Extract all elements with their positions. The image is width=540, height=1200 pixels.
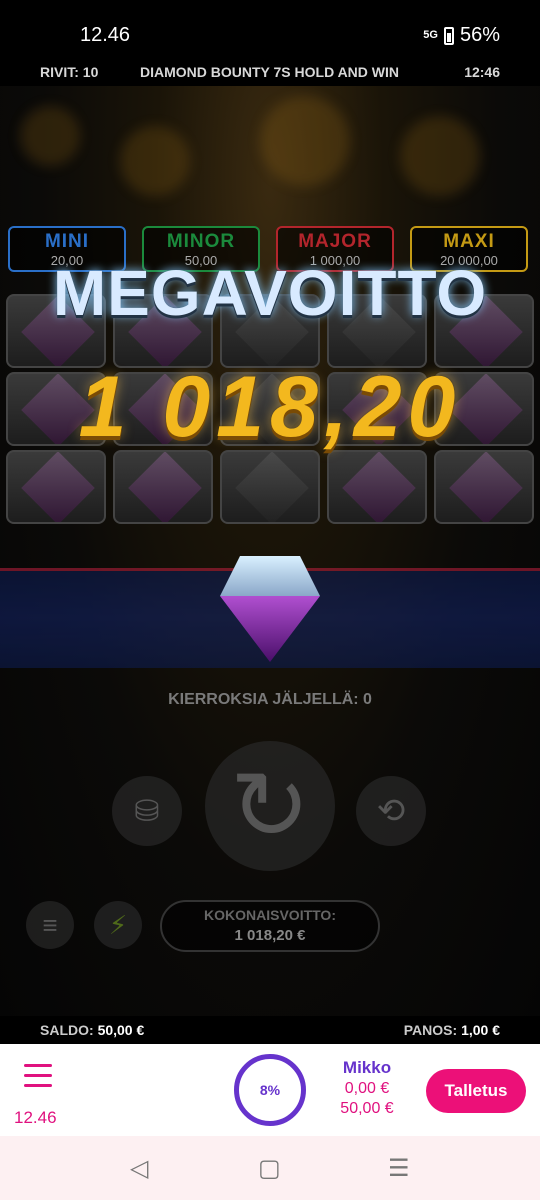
home-icon[interactable]: ▢ xyxy=(258,1154,281,1183)
progress-value: 8% xyxy=(259,1082,281,1098)
reel-symbol xyxy=(327,450,427,524)
progress-ring[interactable]: 8% xyxy=(234,1054,306,1126)
diamond-icon xyxy=(128,452,202,522)
user-name: Mikko xyxy=(342,1058,392,1077)
win-title: MEGAVOITTO xyxy=(52,257,488,329)
win-amount: 1 018,20 xyxy=(78,359,462,455)
panos: PANOS: 1,00 € xyxy=(404,1022,500,1038)
diamond-icon xyxy=(342,452,416,522)
lines-label: RIVIT: 10 xyxy=(40,64,99,80)
saldo-label: SALDO: xyxy=(40,1022,94,1038)
balance-strip: SALDO: 50,00 € PANOS: 1,00 € xyxy=(0,1016,540,1044)
jackpot-name: MAXI xyxy=(443,231,495,252)
diamond-icon xyxy=(21,452,95,522)
total-win-box: KOKONAISVOITTO: 1 018,20 € xyxy=(160,900,380,952)
network-icon: 5G xyxy=(423,29,438,41)
jackpot-name: MINOR xyxy=(166,231,236,252)
spin-icon: ↻ xyxy=(229,753,311,860)
game-area[interactable]: MINI 20,00 MINOR 50,00 MAJOR 1 000,00 MA… xyxy=(0,86,540,1016)
panos-label: PANOS: xyxy=(403,1022,458,1038)
back-icon[interactable]: ◁ xyxy=(130,1154,148,1183)
deposit-button[interactable]: Talletus xyxy=(426,1069,526,1113)
autoplay-button[interactable]: ⟲ xyxy=(356,776,426,846)
hamburger-menu-icon[interactable] xyxy=(24,1064,52,1088)
jackpot-name: MAJOR xyxy=(298,231,372,252)
casino-app-bar: 12.46 8% Mikko 0,00 € 50,00 € Talletus xyxy=(0,1044,540,1136)
bonus-balance: 0,00 € xyxy=(344,1080,390,1097)
coins-icon: ⛁ xyxy=(134,794,160,828)
status-time: 12.46 xyxy=(80,24,131,46)
reel-symbol xyxy=(113,450,213,524)
game-clock: 12:46 xyxy=(464,64,500,80)
turbo-button[interactable]: ⚡ xyxy=(94,901,142,949)
cash-balance: 50,00 € xyxy=(340,1100,394,1117)
user-wallet[interactable]: Mikko 0,00 € 50,00 € xyxy=(330,1058,404,1118)
reel-symbol xyxy=(6,450,106,524)
diamond-icon xyxy=(235,452,309,522)
spin-button[interactable]: ↻ xyxy=(205,741,335,871)
status-icons: 5G 56% xyxy=(423,24,500,47)
saldo: SALDO: 50,00 € xyxy=(40,1022,144,1038)
lightning-icon: ⚡ xyxy=(108,909,128,940)
app-time: 12.46 xyxy=(14,1108,57,1127)
diamond-icon xyxy=(449,452,523,522)
reel-symbol xyxy=(220,450,320,524)
big-diamond-icon xyxy=(208,556,332,666)
rounds-left: KIERROKSIA JÄLJELLÄ: 0 xyxy=(168,691,372,708)
recents-icon[interactable]: ☰ xyxy=(388,1154,410,1183)
reel-symbol xyxy=(434,450,534,524)
system-nav-bar: ◁ ▢ ☰ xyxy=(0,1136,540,1200)
saldo-value: 50,00 € xyxy=(97,1022,145,1038)
stake-button[interactable]: ⛁ xyxy=(112,776,182,846)
autoplay-icon: ⟲ xyxy=(376,792,406,830)
jackpot-name: MINI xyxy=(44,231,90,252)
menu-icon: ≡ xyxy=(42,909,58,940)
total-win-label: KOKONAISVOITTO: xyxy=(204,907,336,923)
game-title: DIAMOND BOUNTY 7S HOLD AND WIN xyxy=(140,64,399,80)
panos-value: 1,00 € xyxy=(461,1022,500,1038)
total-win-value: 1 018,20 € xyxy=(234,927,306,944)
battery-percent: 56% xyxy=(459,24,500,46)
battery-icon xyxy=(443,26,454,45)
status-bar: 12.46 5G 56% xyxy=(0,0,540,60)
game-menu-button[interactable]: ≡ xyxy=(26,901,74,949)
game-header: RIVIT: 10 DIAMOND BOUNTY 7S HOLD AND WIN… xyxy=(0,60,540,86)
